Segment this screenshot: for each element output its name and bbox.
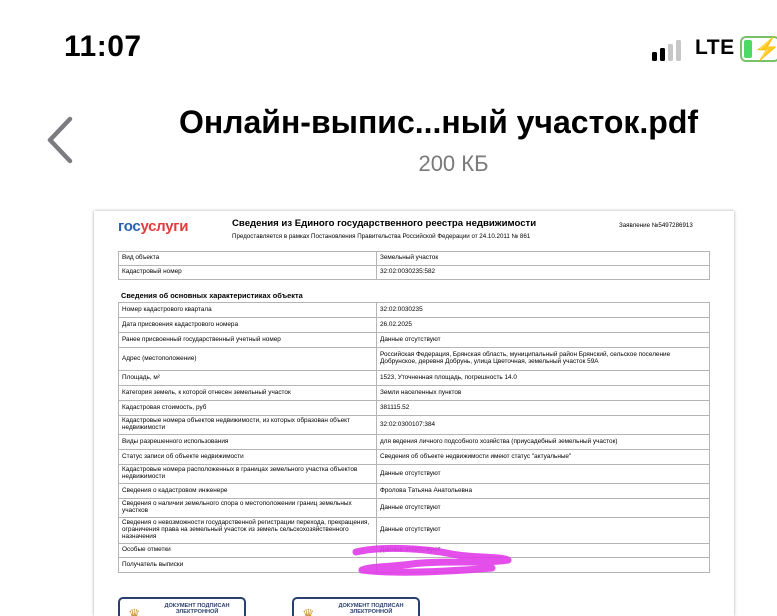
table-row: Адрес (местоположение) Российская Федерац… <box>118 347 710 371</box>
row-label: Площадь, м² <box>118 370 377 386</box>
row-label: Номер кадастрового квартала <box>118 302 377 318</box>
file-name: Онлайн-выпис...ный участок.pdf <box>178 104 699 140</box>
row-label: Статус записи об объекте недвижимости <box>118 449 377 465</box>
row-value: Данные отсутствуют <box>376 332 710 348</box>
table-row: Категория земель, к которой отнесен земе… <box>118 385 710 401</box>
characteristics-table: Номер кадастрового квартала 32:02:0030235… <box>118 302 710 573</box>
row-label: Категория земель, к которой отнесен земе… <box>118 385 377 401</box>
redaction-scribble <box>352 544 512 576</box>
row-label: Получатель выписки <box>118 557 377 573</box>
row-value: Земельный участок <box>376 251 710 266</box>
table-row: Виды разрешенного использования для веден… <box>118 434 710 450</box>
row-value: 381115.52 <box>376 400 710 416</box>
row-value: Данные отсутствуют <box>376 517 710 544</box>
row-value: Данные отсутствуют <box>376 498 710 518</box>
table-row: Сведения о кадастровом инженере Фролова Т… <box>118 483 710 499</box>
row-value: Земли населенных пунктов <box>376 385 710 401</box>
table-row: Сведения о невозможности государственной… <box>118 517 710 544</box>
table-row: Статус записи об объекте недвижимости Све… <box>118 449 710 465</box>
table-row: Кадастровые номера объектов недвижимости… <box>118 415 710 435</box>
e-signature-stamp: ♛ ДОКУМЕНТ ПОДПИСАН ЭЛЕКТРОННОЙ <box>118 597 246 616</box>
stamp-text: ДОКУМЕНТ ПОДПИСАН ЭЛЕКТРОННОЙ <box>338 603 404 616</box>
row-label: Сведения о кадастровом инженере <box>118 483 377 499</box>
pdf-preview[interactable]: госуслуги Сведения из Единого государств… <box>94 211 734 616</box>
table-row: Ранее присвоенный государственный учетны… <box>118 332 710 348</box>
row-label: Особые отметки <box>118 543 377 558</box>
table-row: Сведения о наличии земельного спора о ме… <box>118 498 710 518</box>
coat-of-arms-icon: ♛ <box>128 606 141 616</box>
table-row: Кадастровые номера расположенных в грани… <box>118 464 710 484</box>
document-subtitle: Предоставляется в рамках Постановления П… <box>232 233 531 240</box>
row-value: 32:02:0030235:582 <box>376 265 710 280</box>
section-title: Сведения об основных характеристиках объ… <box>121 291 303 300</box>
row-label: Виды разрешенного использования <box>118 434 377 450</box>
row-value: 32:02:0030235 <box>376 302 710 318</box>
row-value: 32:02:0300107:384 <box>376 415 710 435</box>
coat-of-arms-icon: ♛ <box>302 606 315 616</box>
row-label: Сведения о невозможности государственной… <box>118 517 377 544</box>
e-signature-stamp: ♛ ДОКУМЕНТ ПОДПИСАН ЭЛЕКТРОННОЙ <box>292 597 420 616</box>
row-label: Вид объекта <box>118 251 377 266</box>
battery-charging-icon: ⚡ <box>740 36 777 62</box>
basic-info-table: Вид объекта Земельный участок Кадастровы… <box>118 251 710 280</box>
row-value: 26.02.2025 <box>376 317 710 333</box>
file-size: 200 КБ <box>418 151 489 176</box>
row-value: для ведения личного подсобного хозяйства… <box>376 434 710 450</box>
row-label: Кадастровые номера объектов недвижимости… <box>118 415 377 435</box>
table-row: Дата присвоения кадастрового номера 26.02… <box>118 317 710 333</box>
row-label: Сведения о наличии земельного спора о ме… <box>118 498 377 518</box>
network-type: LTE <box>695 36 735 59</box>
table-row: Номер кадастрового квартала 32:02:0030235 <box>118 302 710 318</box>
table-row: Вид объекта Земельный участок <box>118 251 710 266</box>
row-label: Кадастровые номера расположенных в грани… <box>118 464 377 484</box>
row-value: Данные отсутствуют <box>376 464 710 484</box>
table-row: Кадастровый номер 32:02:0030235:582 <box>118 265 710 280</box>
document-title: Сведения из Единого государственного рее… <box>232 218 537 229</box>
row-value: Российская Федерация, Брянская область, … <box>376 347 710 371</box>
row-label: Дата присвоения кадастрового номера <box>118 317 377 333</box>
row-value: Сведения об объекте недвижимости имеют с… <box>376 449 710 465</box>
redaction-stroke <box>352 544 512 576</box>
gosuslugi-logo: госуслуги <box>118 218 189 235</box>
status-time: 11:07 <box>64 30 142 63</box>
table-row: Кадастровая стоимость, руб 381115.52 <box>118 400 710 416</box>
cellular-signal-icon <box>652 39 692 61</box>
row-value: Фролова Татьяна Анатольевна <box>376 483 710 499</box>
row-label: Кадастровый номер <box>118 265 377 280</box>
stamp-text: ДОКУМЕНТ ПОДПИСАН ЭЛЕКТРОННОЙ <box>164 603 230 616</box>
row-label: Кадастровая стоимость, руб <box>118 400 377 416</box>
table-row: Площадь, м² 1523, Уточненная площадь, пог… <box>118 370 710 386</box>
application-number: Заявление №5497286913 <box>619 222 693 229</box>
row-value: 1523, Уточненная площадь, погрешность 14… <box>376 370 710 386</box>
row-label: Ранее присвоенный государственный учетны… <box>118 332 377 348</box>
row-label: Адрес (местоположение) <box>118 347 377 371</box>
